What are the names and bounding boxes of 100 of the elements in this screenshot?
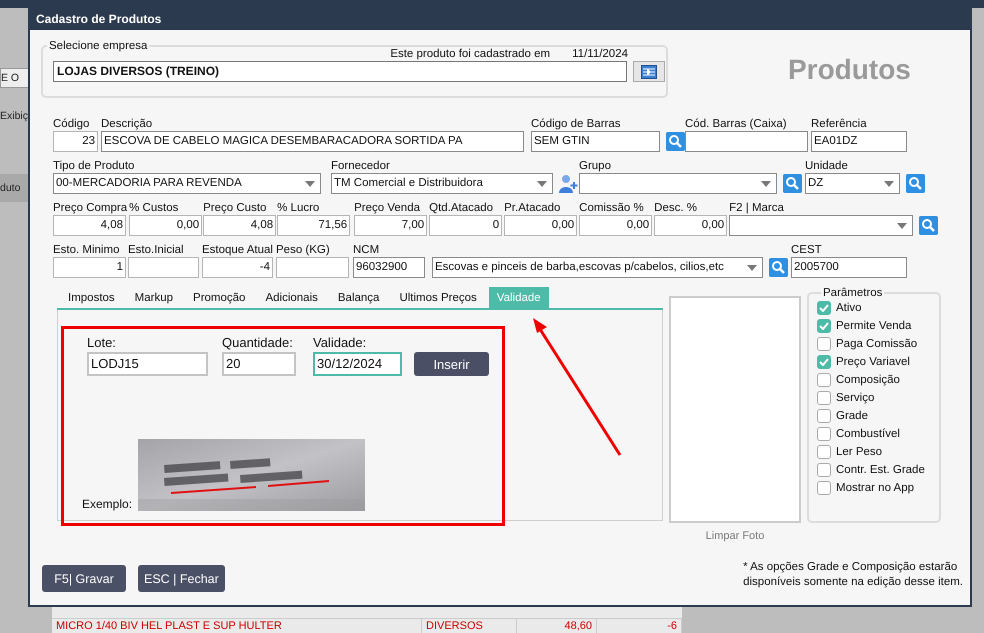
checkbox[interactable]: [817, 462, 831, 476]
field-label: F2 | Marca: [729, 201, 785, 215]
field-label: Esto.Inicial: [128, 243, 185, 257]
dropdown[interactable]: 00-MERCADORIA PARA REVENDA: [53, 173, 321, 194]
search-icon[interactable]: [919, 216, 938, 235]
input-field[interactable]: 1: [53, 257, 126, 278]
checkbox[interactable]: [817, 480, 831, 494]
input-field[interactable]: LODJ15: [87, 352, 208, 376]
select-button[interactable]: [633, 61, 665, 82]
dropdown[interactable]: [729, 215, 914, 236]
dropdown[interactable]: [579, 173, 777, 194]
field-label: Fornecedor: [331, 159, 391, 173]
input-field[interactable]: 4,08: [203, 215, 276, 236]
checkbox[interactable]: [817, 444, 831, 458]
checkbox-label: Paga Comissão: [836, 338, 918, 350]
input-field[interactable]: [276, 257, 349, 278]
search-icon[interactable]: [769, 258, 788, 277]
input-field[interactable]: 4,08: [53, 215, 126, 236]
field-label: Quantidade:: [222, 335, 294, 350]
insert-button[interactable]: Inserir: [414, 352, 489, 376]
input-field[interactable]: 71,56: [277, 215, 350, 236]
field-label: Estoque Atual: [202, 243, 273, 257]
field-label: % Lucro: [277, 201, 320, 215]
field-label: CEST: [791, 243, 823, 257]
dropdown[interactable]: DZ: [805, 173, 900, 194]
checkbox-label: Mostrar no App: [836, 482, 914, 494]
input-field[interactable]: 2005700: [791, 257, 907, 278]
field-label: Lote:: [87, 335, 117, 350]
input-field[interactable]: 0,00: [579, 215, 652, 236]
field-label: Preço Custo: [203, 201, 268, 215]
field-label: Peso (KG): [276, 243, 331, 257]
group-label: Parâmetros: [822, 287, 884, 299]
clear-photo-link[interactable]: Limpar Foto: [706, 530, 764, 542]
tab[interactable]: Promoção: [185, 287, 254, 308]
caret-icon: [537, 180, 547, 186]
input-field[interactable]: -4: [202, 257, 273, 278]
checkbox-label: Ativo: [836, 302, 862, 314]
checkbox[interactable]: [817, 300, 831, 314]
tab[interactable]: Impostos: [60, 287, 123, 308]
input-field[interactable]: 0,00: [129, 215, 202, 236]
group-label: Selecione empresa: [48, 40, 148, 52]
field-label: Unidade: [805, 159, 849, 173]
search-icon[interactable]: [666, 132, 685, 151]
table-cell: DIVERSOS: [422, 619, 517, 633]
checkbox[interactable]: [817, 372, 831, 386]
checkbox[interactable]: [817, 354, 831, 368]
photo-area[interactable]: [669, 296, 801, 523]
input-field[interactable]: ESCOVA DE CABELO MAGICA DESEMBARACADORA SORTIDA PA: [101, 131, 524, 152]
field-label: Descrição: [101, 117, 154, 131]
checkbox[interactable]: [817, 336, 831, 350]
dropdown[interactable]: Escovas e pinceis de barba,escovas p/cabelos, cilios,etc: [432, 257, 763, 278]
input-field[interactable]: 96032900: [353, 257, 425, 278]
checkbox[interactable]: [817, 426, 831, 440]
input-field[interactable]: 23: [53, 131, 98, 152]
input-field[interactable]: SEM GTIN: [531, 131, 660, 152]
dropdown[interactable]: TM Comercial e Distribuidora: [331, 173, 553, 194]
tab[interactable]: Ultimos Preços: [391, 287, 485, 308]
input-field[interactable]: [685, 131, 808, 152]
add-person-icon[interactable]: [559, 174, 578, 193]
tab[interactable]: Adicionais: [257, 287, 326, 308]
field-label: Cód. Barras (Caixa): [685, 117, 788, 131]
caret-icon: [761, 180, 771, 186]
action-button[interactable]: F5| Gravar: [42, 565, 126, 592]
caret-icon: [884, 180, 894, 186]
tab[interactable]: Markup: [126, 287, 182, 308]
search-icon[interactable]: [906, 174, 925, 193]
company-field[interactable]: LOJAS DIVERSOS (TREINO): [53, 61, 627, 82]
caret-icon: [305, 180, 315, 186]
page-heading: Produtos: [788, 54, 911, 87]
input-field[interactable]: 0,00: [504, 215, 578, 236]
checkbox[interactable]: [817, 408, 831, 422]
field-label: Pr.Atacado: [504, 201, 562, 215]
table-cell: 48,60: [517, 619, 597, 633]
input-field[interactable]: 0,00: [654, 215, 728, 236]
table-cell: -6: [597, 619, 682, 633]
field-label: Código de Barras: [531, 117, 622, 131]
checkbox[interactable]: [817, 390, 831, 404]
checkbox-label: Combustível: [836, 428, 900, 440]
background-label: Exibiç: [0, 110, 30, 122]
action-button[interactable]: ESC | Fechar: [138, 565, 225, 592]
input-field[interactable]: EA01DZ: [811, 131, 907, 152]
checkbox-label: Grade: [836, 410, 868, 422]
window-title: Cadastro de Produtos: [30, 8, 970, 30]
registered-date: 11/11/2024: [572, 48, 628, 60]
checkbox-label: Permite Venda: [836, 320, 912, 332]
checkbox-label: Serviço: [836, 392, 874, 404]
list-icon: [641, 64, 657, 78]
tab[interactable]: Balança: [330, 287, 388, 308]
search-icon[interactable]: [783, 174, 802, 193]
input-field[interactable]: 20: [222, 352, 296, 376]
input-field[interactable]: [128, 257, 199, 278]
field-label: Preço Compra: [53, 201, 128, 215]
checkbox[interactable]: [817, 318, 831, 332]
checkbox-label: Ler Peso: [836, 446, 882, 458]
input-field[interactable]: 30/12/2024: [313, 352, 402, 376]
input-field[interactable]: 7,00: [354, 215, 428, 236]
input-field[interactable]: 0: [429, 215, 502, 236]
field-label: Tipo de Produto: [53, 159, 136, 173]
checkbox-label: Preço Variavel: [836, 356, 910, 368]
caret-icon: [897, 222, 908, 228]
